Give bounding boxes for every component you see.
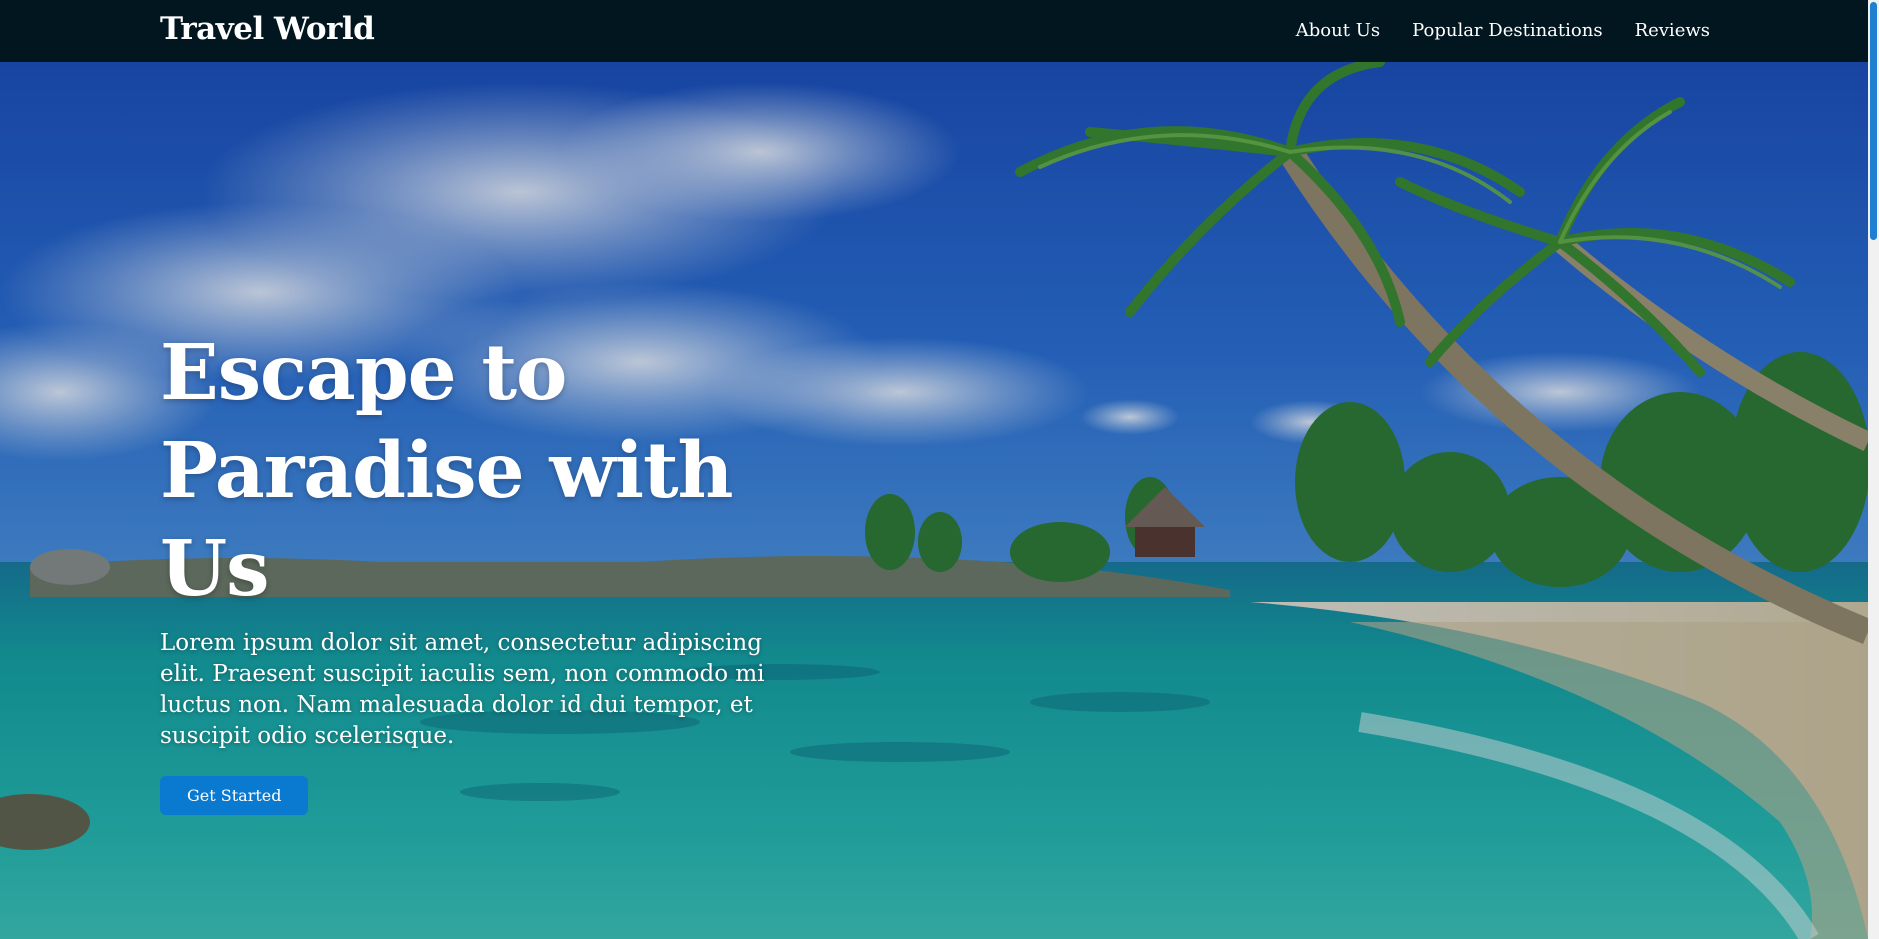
hero-content: Escape to Paradise with Us Lorem ipsum d… [160,324,820,815]
page: Travel World About Us Popular Destinatio… [0,0,1879,939]
hero-description: Lorem ipsum dolor sit amet, consectetur … [160,630,765,749]
hero-title-line-1: Escape to [160,328,567,418]
get-started-button[interactable]: Get Started [160,776,309,815]
hero-title: Escape to Paradise with Us [160,324,820,618]
page-scrollbar[interactable] [1868,0,1879,939]
nav-link-reviews[interactable]: Reviews [1635,20,1710,41]
nav-link-about-us[interactable]: About Us [1296,20,1380,41]
hero-section: Escape to Paradise with Us Lorem ipsum d… [0,62,1868,939]
brand-logo[interactable]: Travel World [160,11,375,47]
hero-title-line-2: Paradise with Us [160,426,734,614]
nav-links: About Us Popular Destinations Reviews [1296,20,1710,41]
navbar: Travel World About Us Popular Destinatio… [0,0,1868,62]
nav-link-popular-destinations[interactable]: Popular Destinations [1412,20,1602,41]
scrollbar-thumb[interactable] [1870,2,1877,240]
